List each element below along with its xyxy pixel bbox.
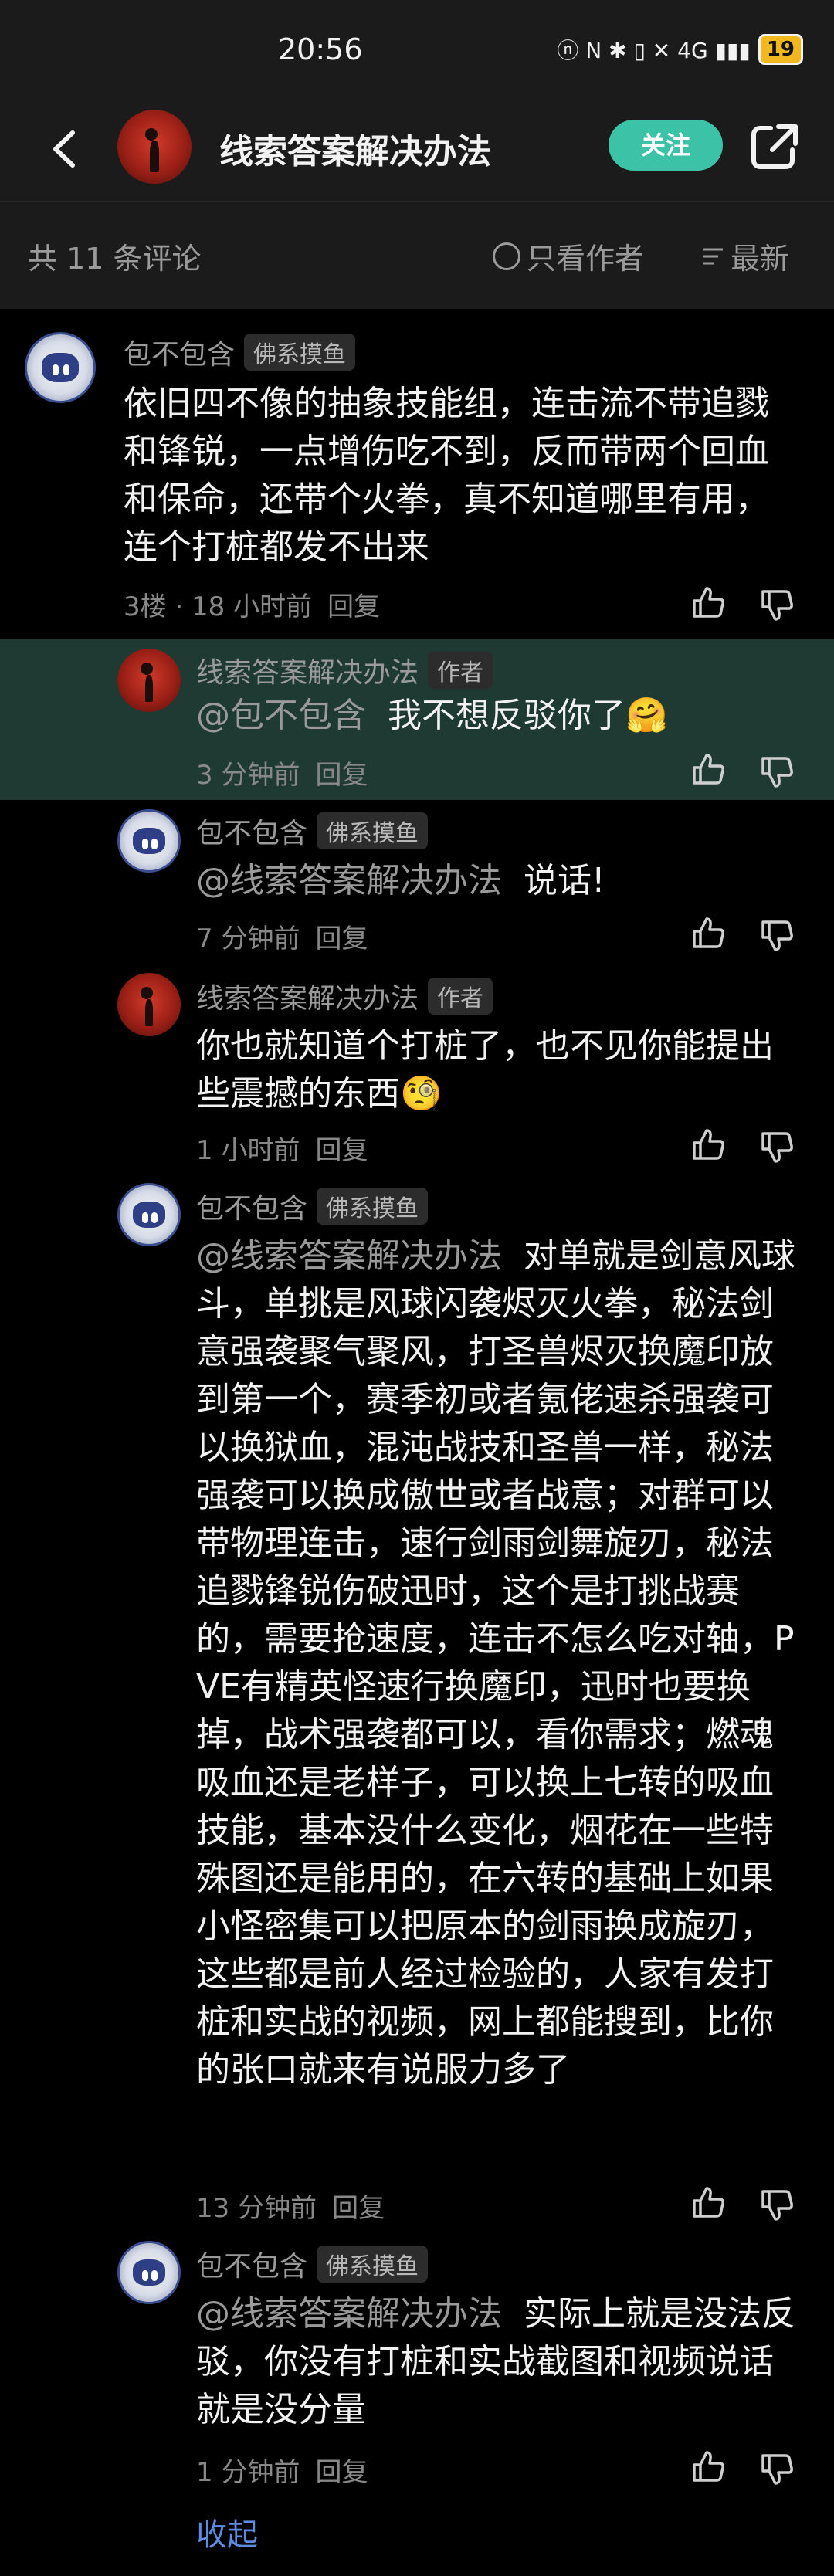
user-tag: 佛系摸鱼: [317, 1188, 429, 1225]
thumbs-down-icon[interactable]: [758, 587, 795, 624]
comment-time: 13 分钟前: [196, 2193, 317, 2224]
app-bar: 线索答案解决办法 关注: [0, 100, 834, 202]
follow-button[interactable]: 关注: [609, 120, 723, 171]
status-indicators: ⓝ N ✱ ▯ ✕ 4G ▮▮▮: [557, 38, 751, 63]
battery-icon: 19: [758, 34, 803, 65]
reply-button[interactable]: 回复: [315, 1135, 368, 1166]
author-avatar[interactable]: [117, 973, 181, 1036]
mention-link[interactable]: @线索答案解决办法: [196, 2294, 502, 2334]
robot-avatar-icon[interactable]: [25, 332, 96, 403]
comment-username[interactable]: 包不包含: [196, 1186, 307, 1226]
back-arrow-icon[interactable]: [39, 122, 93, 176]
comment-body: 对单就是剑意风球斗，单挑是风球闪袭烬灭火拳，秘法剑意强袭聚气聚风，打圣兽烬灭换魔…: [196, 1236, 795, 2090]
user-tag: 作者: [428, 652, 493, 689]
reply-button[interactable]: 回复: [332, 2193, 385, 2224]
status-icons: ⓝ N ✱ ▯ ✕ 4G ▮▮▮ 19: [557, 34, 803, 65]
comment-text: @包不包含 我不想反驳你了🤗: [196, 692, 798, 740]
comment-body: 我不想反驳你了🤗: [387, 696, 668, 735]
comment-item: 包不包含 佛系摸鱼 依旧四不像的抽象技能组，连击流不带追戮和锋锐，一点增伤吃不到…: [0, 309, 834, 633]
reply-item: 包不包含 佛系摸鱼 @线索答案解决办法 说话! 7 分钟前 回复: [0, 800, 834, 965]
robot-avatar-icon[interactable]: [117, 2241, 181, 2304]
reply-button[interactable]: 回复: [315, 760, 368, 791]
mention-link[interactable]: @包不包含: [196, 696, 366, 735]
comment-username[interactable]: 包不包含: [196, 2244, 307, 2284]
comment-username[interactable]: 线索答案解决办法: [196, 976, 419, 1016]
reply-item: 线索答案解决办法 作者 @包不包含 我不想反驳你了🤗 3 分钟前 回复: [0, 639, 834, 800]
thumbs-up-icon[interactable]: [690, 914, 727, 951]
status-time: 20:56: [278, 32, 363, 66]
thumbs-up-icon[interactable]: [690, 584, 727, 621]
author-only-toggle[interactable]: 只看作者: [493, 235, 644, 277]
thumbs-up-icon[interactable]: [690, 2184, 727, 2221]
thumbs-up-icon[interactable]: [690, 2448, 727, 2485]
user-tag: 佛系摸鱼: [317, 812, 429, 849]
comment-filter-bar: 共 11 条评论 只看作者 最新: [0, 202, 834, 309]
user-tag: 佛系摸鱼: [244, 334, 356, 371]
comment-text: @线索答案解决办法 实际上就是没法反驳，你没有打桩和实战截图和视频说话就是没分量: [196, 2290, 798, 2434]
comment-time: 7 分钟前: [196, 924, 300, 954]
thumbs-down-icon[interactable]: [758, 1129, 795, 1166]
reply-item: 包不包含 佛系摸鱼 @线索答案解决办法 实际上就是没法反驳，你没有打桩和实战截图…: [0, 2233, 834, 2496]
thumbs-down-icon[interactable]: [758, 2451, 795, 2488]
comment-username[interactable]: 包不包含: [124, 332, 235, 372]
thumbs-down-icon[interactable]: [758, 917, 795, 954]
thumbs-up-icon[interactable]: [690, 751, 727, 788]
comment-time: 3 分钟前: [196, 760, 300, 791]
thumbs-down-icon[interactable]: [758, 754, 795, 791]
comment-text: @线索答案解决办法 说话!: [196, 857, 798, 905]
author-avatar[interactable]: [117, 110, 192, 184]
author-avatar[interactable]: [117, 649, 181, 712]
comment-username[interactable]: 包不包含: [196, 811, 307, 851]
author-only-label: 只看作者: [527, 242, 645, 276]
reply-item: 线索答案解决办法 作者 你也就知道个打桩了，也不见你能提出些震撼的东西🧐 1 小…: [0, 965, 834, 1175]
comment-count: 共 11 条评论: [28, 242, 202, 276]
collapse-replies-link[interactable]: 收起: [196, 2510, 258, 2554]
sort-label: 最新: [731, 242, 790, 276]
page-title: 线索答案解决办法: [219, 132, 491, 171]
robot-avatar-icon[interactable]: [117, 809, 181, 873]
reply-button[interactable]: 回复: [327, 591, 380, 622]
comment-time: 1 小时前: [196, 1135, 300, 1166]
thumbs-up-icon[interactable]: [690, 1126, 727, 1163]
comment-text: @线索答案解决办法 对单就是剑意风球斗，单挑是风球闪袭烬灭火拳，秘法剑意强袭聚气…: [196, 1232, 798, 2094]
reply-item: 包不包含 佛系摸鱼 @线索答案解决办法 对单就是剑意风球斗，单挑是风球闪袭烬灭火…: [0, 1175, 834, 2233]
comment-floor-time: 3楼 · 18 小时前: [124, 591, 313, 622]
user-tag: 佛系摸鱼: [317, 2246, 429, 2283]
sort-toggle[interactable]: 最新: [701, 235, 789, 277]
share-icon[interactable]: [748, 119, 802, 173]
comment-body: 说话!: [523, 861, 605, 900]
comment-time: 1 分钟前: [196, 2457, 300, 2488]
reply-button[interactable]: 回复: [315, 2457, 368, 2488]
mention-link[interactable]: @线索答案解决办法: [196, 861, 502, 900]
sort-list-icon: [703, 248, 723, 264]
comment-text: 依旧四不像的抽象技能组，连击流不带追戮和锋锐，一点增伤吃不到，反而带两个回血和保…: [124, 384, 769, 567]
mention-link[interactable]: @线索答案解决办法: [196, 1236, 502, 1276]
user-tag: 作者: [428, 978, 493, 1015]
status-bar: 20:56 ⓝ N ✱ ▯ ✕ 4G ▮▮▮ 19: [0, 0, 834, 100]
comment-username[interactable]: 线索答案解决办法: [196, 650, 419, 690]
robot-avatar-icon[interactable]: [117, 1183, 181, 1246]
reply-button[interactable]: 回复: [315, 924, 368, 954]
comment-text: 你也就知道个打桩了，也不见你能提出些震撼的东西🧐: [196, 1026, 774, 1113]
radio-circle-icon: [493, 242, 520, 270]
thumbs-down-icon[interactable]: [758, 2187, 795, 2224]
